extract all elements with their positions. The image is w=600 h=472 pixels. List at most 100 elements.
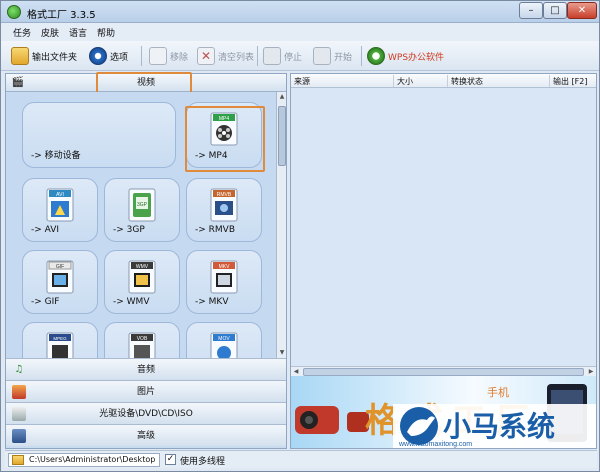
task-list-body[interactable] xyxy=(291,88,596,366)
wps-office-button[interactable]: WPS办公软件 xyxy=(367,45,444,67)
mov-file-icon: MOV xyxy=(210,332,238,358)
column-source[interactable]: 来源 xyxy=(294,76,310,87)
folder-icon xyxy=(11,47,29,65)
format-card-vob[interactable]: VOB xyxy=(104,322,180,358)
multithread-checkbox[interactable]: ✓ xyxy=(165,454,176,465)
toolbar-separator xyxy=(361,46,362,66)
document-remove-icon xyxy=(149,47,167,65)
category-optical-drive-label: 光驱设备\DVD\CD\ISO xyxy=(99,409,193,419)
avi-file-icon: AVI xyxy=(46,188,74,222)
gif-file-icon: GIF xyxy=(46,260,74,294)
format-category-panel: 🎬 视频 -> 移动设备 MP4 -> MP4 AVI -> AVI 3GP -… xyxy=(5,72,287,449)
toolbox-icon xyxy=(12,429,26,443)
output-path-field[interactable]: C:\Users\Administrator\Desktop xyxy=(8,453,161,467)
optical-drive-icon xyxy=(12,407,26,421)
wmv-badge: WMV xyxy=(136,264,149,270)
output-path-text: C:\Users\Administrator\Desktop xyxy=(29,455,156,464)
scroll-up-arrow-icon[interactable]: ▲ xyxy=(277,92,287,102)
scroll-down-arrow-icon[interactable]: ▼ xyxy=(277,348,287,358)
rmvb-badge: RMVB xyxy=(217,192,232,198)
h-scrollbar-thumb[interactable] xyxy=(303,368,584,376)
column-size[interactable]: 大小 xyxy=(397,76,413,87)
stop-label: 停止 xyxy=(284,52,303,63)
format-label: -> GIF xyxy=(31,297,60,307)
vob-file-icon: VOB xyxy=(128,332,156,358)
column-output[interactable]: 输出 [F2] xyxy=(553,76,587,87)
output-folder-button[interactable]: 输出文件夹 xyxy=(11,45,77,67)
mkv-file-icon: MKV xyxy=(210,260,238,294)
film-icon: 🎬 xyxy=(11,77,25,88)
format-label: -> AVI xyxy=(31,225,60,235)
maximize-button[interactable]: □ xyxy=(543,2,567,19)
task-list-h-scrollbar[interactable]: ◀ ▶ xyxy=(291,366,596,376)
mpeg-file-icon: MPEG xyxy=(46,332,74,358)
mp4-highlight-box xyxy=(185,106,265,172)
format-label: -> RMVB xyxy=(195,225,235,235)
category-audio-label: 音频 xyxy=(136,365,155,375)
scrollbar-thumb[interactable] xyxy=(278,106,286,166)
options-button[interactable]: 选项 xyxy=(89,45,128,67)
format-factory-app-icon xyxy=(7,5,21,19)
toolbar-separator xyxy=(141,46,142,66)
column-status[interactable]: 转换状态 xyxy=(451,76,483,87)
format-label: -> 移动设备 xyxy=(31,151,81,161)
menu-language[interactable]: 语言 xyxy=(69,26,87,39)
menu-bar: 任务 皮肤 语言 帮助 xyxy=(1,23,599,41)
watermark-url: www.xiaomaxitong.com xyxy=(398,441,472,448)
category-picture[interactable]: 图片 xyxy=(6,380,286,402)
window-title: 格式工厂 3.3.5 xyxy=(27,10,96,21)
ad-banner[interactable]: 格 式 工 厂 手机 小马系统 www.xiaomaxitong.com xyxy=(291,376,596,448)
output-folder-label: 输出文件夹 xyxy=(32,52,78,63)
menu-skin[interactable]: 皮肤 xyxy=(41,26,59,39)
clear-list-icon: ✕ xyxy=(197,47,215,65)
menu-help[interactable]: 帮助 xyxy=(97,26,115,39)
rmvb-file-icon: RMVB xyxy=(210,188,238,222)
category-advanced-label: 高级 xyxy=(136,431,155,441)
wmv-file-icon: WMV xyxy=(128,260,156,294)
format-card-mpeg[interactable]: MPEG xyxy=(22,322,98,358)
format-card-3gp[interactable]: 3GP -> 3GP xyxy=(104,178,180,242)
format-label: -> WMV xyxy=(113,297,150,307)
folder-icon xyxy=(12,455,24,465)
minimize-button[interactable]: – xyxy=(519,2,543,19)
gear-icon xyxy=(89,47,107,65)
stop-icon xyxy=(263,47,281,65)
options-label: 选项 xyxy=(110,52,129,63)
task-list-panel: 来源 大小 转换状态 输出 [F2] ◀ ▶ 格 式 工 厂 手机 xyxy=(290,73,597,449)
start-button[interactable]: 开始 xyxy=(313,45,352,67)
format-card-mov[interactable]: MOV xyxy=(186,322,262,358)
category-optical-drive[interactable]: 光驱设备\DVD\CD\ISO xyxy=(6,402,286,424)
format-card-mkv[interactable]: MKV -> MKV xyxy=(186,250,262,314)
remove-button[interactable]: 移除 xyxy=(149,45,188,67)
format-card-rmvb[interactable]: RMVB -> RMVB xyxy=(186,178,262,242)
format-card-gif[interactable]: GIF -> GIF xyxy=(22,250,98,314)
format-card-avi[interactable]: AVI -> AVI xyxy=(22,178,98,242)
clear-list-button[interactable]: ✕ 清空列表 xyxy=(197,45,254,67)
wps-logo-icon xyxy=(367,47,385,65)
video-highlight-box xyxy=(96,72,192,94)
banner-mobile-tag: 手机 xyxy=(487,385,509,399)
wps-office-label: WPS办公软件 xyxy=(388,52,445,63)
column-separator xyxy=(393,75,394,87)
category-picture-label: 图片 xyxy=(136,387,155,397)
category-advanced[interactable]: 高级 xyxy=(6,424,286,446)
category-audio[interactable]: ♫ 音频 xyxy=(6,358,286,380)
multithread-label: 使用多线程 xyxy=(180,457,226,467)
toolbar-separator xyxy=(257,46,258,66)
music-note-icon: ♫ xyxy=(14,364,24,375)
title-bar: 格式工厂 3.3.5 – □ ✕ xyxy=(1,1,599,23)
column-separator xyxy=(447,75,448,87)
vob-badge: VOB xyxy=(137,336,148,342)
stop-button[interactable]: 停止 xyxy=(263,45,302,67)
picture-icon xyxy=(12,385,26,399)
start-label: 开始 xyxy=(334,52,353,63)
format-card-mobile[interactable]: -> 移动设备 xyxy=(22,102,176,168)
mkv-badge: MKV xyxy=(219,264,231,270)
banner-artwork: 格 式 工 厂 手机 小马系统 www.xiaomaxitong.com xyxy=(295,384,596,448)
mov-badge: MOV xyxy=(218,336,230,342)
menu-task[interactable]: 任务 xyxy=(13,26,31,39)
format-card-wmv[interactable]: WMV -> WMV xyxy=(104,250,180,314)
close-button[interactable]: ✕ xyxy=(567,2,597,19)
remove-label: 移除 xyxy=(170,52,189,63)
format-grid-scrollbar[interactable]: ▲ ▼ xyxy=(276,92,286,358)
